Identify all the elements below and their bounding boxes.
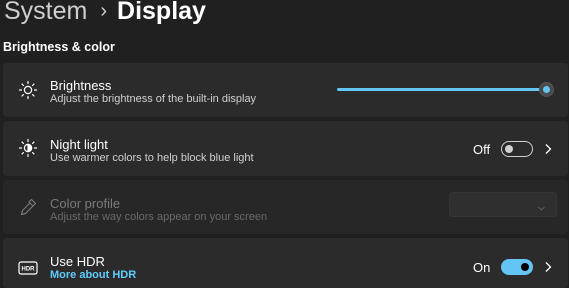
night-light-description: Use warmer colors to help block blue lig…: [50, 152, 254, 164]
brightness-icon: [17, 79, 39, 101]
color-profile-description: Adjust the way colors appear on your scr…: [50, 211, 268, 223]
breadcrumb-separator: ›: [100, 0, 108, 22]
chevron-right-icon[interactable]: [543, 261, 553, 273]
night-light-title: Night light: [50, 137, 108, 152]
night-light-card[interactable]: Night light Use warmer colors to help bl…: [3, 121, 568, 176]
toggle-knob: [505, 145, 513, 153]
night-light-toggle[interactable]: [501, 141, 533, 157]
toggle-knob: [521, 263, 529, 271]
breadcrumb-system[interactable]: System: [4, 0, 87, 28]
color-dropper-icon: [17, 196, 39, 218]
hdr-title: Use HDR: [50, 254, 105, 269]
color-profile-dropdown[interactable]: [449, 192, 557, 217]
more-about-hdr-link[interactable]: More about HDR: [50, 269, 136, 281]
hdr-toggle[interactable]: [501, 259, 533, 275]
night-light-icon: [17, 137, 39, 159]
brightness-title: Brightness: [50, 78, 112, 93]
night-light-state-label: Off: [473, 142, 491, 157]
brightness-slider-thumb[interactable]: [539, 82, 554, 97]
color-profile-title: Color profile: [50, 196, 121, 211]
chevron-right-icon[interactable]: [543, 143, 553, 155]
breadcrumb: System › Display: [0, 0, 206, 28]
brightness-description: Adjust the brightness of the built-in di…: [50, 93, 257, 105]
hdr-state-label: On: [473, 260, 491, 275]
section-title: Brightness & color: [3, 40, 115, 54]
hdr-icon: HDR: [17, 257, 39, 279]
hdr-icon-text: HDR: [22, 267, 36, 273]
chevron-down-icon: [537, 200, 546, 211]
brightness-slider-track[interactable]: [337, 88, 549, 91]
brightness-card: Brightness Adjust the brightness of the …: [3, 63, 568, 117]
page-title: Display: [117, 0, 206, 25]
color-profile-card: Color profile Adjust the way colors appe…: [3, 180, 568, 234]
hdr-card[interactable]: HDR Use HDR More about HDR On: [3, 238, 568, 288]
